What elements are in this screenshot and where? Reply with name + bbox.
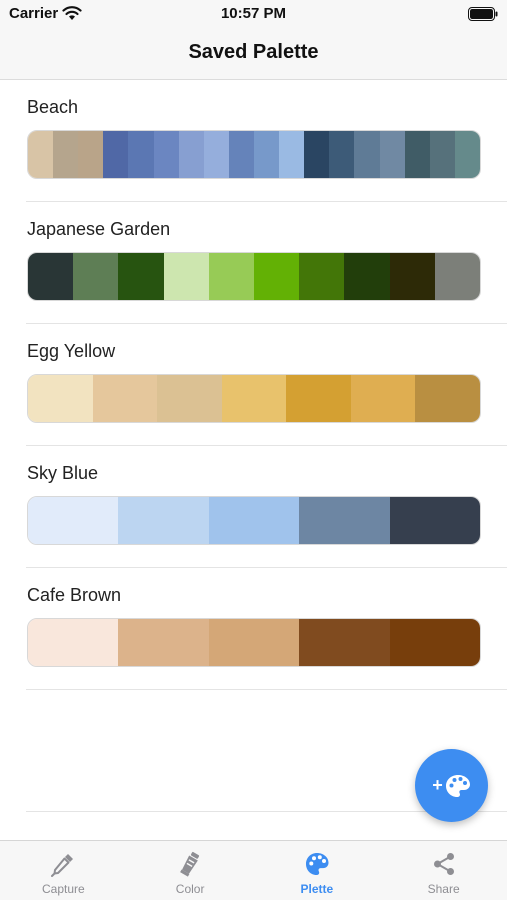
palette-row[interactable]: Cafe Brown <box>26 568 507 690</box>
palette-name: Cafe Brown <box>27 585 122 605</box>
paint-tube-icon <box>180 851 200 877</box>
tab-label: Share <box>427 882 460 896</box>
tab-plette[interactable]: Plette <box>254 841 381 900</box>
color-swatch <box>454 131 480 178</box>
color-swatch <box>28 619 119 666</box>
palette-row[interactable]: Sky Blue <box>26 446 507 568</box>
palette-row[interactable]: Japanese Garden <box>26 202 507 324</box>
page-title: Saved Palette <box>188 41 319 63</box>
color-swatch <box>299 253 345 300</box>
color-swatch <box>103 131 129 178</box>
add-palette-button[interactable]: + <box>415 749 488 822</box>
color-swatch <box>118 619 209 666</box>
color-swatch <box>118 253 164 300</box>
color-swatch <box>344 253 390 300</box>
tab-label: Color <box>175 882 205 896</box>
color-swatch <box>415 375 480 422</box>
plus-icon: + <box>432 775 443 795</box>
tab-share[interactable]: Share <box>380 841 507 900</box>
color-swatch <box>208 619 300 666</box>
palette-swatch-bar[interactable] <box>27 252 481 301</box>
color-swatch <box>299 619 390 666</box>
color-swatch <box>389 497 480 544</box>
tab-label: Capture <box>42 882 85 896</box>
tab-label: Plette <box>300 882 334 896</box>
palette-name: Sky Blue <box>27 463 99 483</box>
color-swatch <box>92 375 158 422</box>
color-swatch <box>128 131 154 178</box>
color-swatch <box>28 253 74 300</box>
color-swatch <box>178 131 204 178</box>
color-swatch <box>73 253 119 300</box>
color-swatch <box>279 131 305 178</box>
color-swatch <box>379 131 405 178</box>
color-swatch <box>228 131 254 178</box>
tab-bar: Capture Color Plette Share <box>0 840 507 900</box>
color-swatch <box>208 253 255 300</box>
color-swatch <box>329 131 355 178</box>
color-swatch <box>157 375 222 422</box>
palette-name: Egg Yellow <box>27 341 116 361</box>
color-swatch <box>163 253 209 300</box>
color-swatch <box>28 131 54 178</box>
nav-bar: Saved Palette <box>0 28 507 80</box>
palette-swatch-bar[interactable] <box>27 130 481 179</box>
color-swatch <box>304 131 330 178</box>
palette-name: Japanese Garden <box>27 219 171 239</box>
palette-name: Beach <box>27 97 79 117</box>
color-swatch <box>389 619 480 666</box>
tab-color[interactable]: Color <box>127 841 254 900</box>
color-swatch <box>429 131 455 178</box>
color-swatch <box>28 497 119 544</box>
color-swatch <box>354 131 380 178</box>
color-swatch <box>254 253 300 300</box>
color-swatch <box>53 131 79 178</box>
color-swatch <box>404 131 430 178</box>
palette-swatch-bar[interactable] <box>27 496 481 545</box>
color-swatch <box>253 131 280 178</box>
tab-capture[interactable]: Capture <box>0 841 127 900</box>
color-swatch <box>78 131 104 178</box>
color-swatch <box>299 497 390 544</box>
palette-icon <box>305 853 329 875</box>
color-swatch <box>389 253 435 300</box>
share-icon <box>433 853 454 875</box>
palette-list: Beach Japanese Garden Egg Yellow Sky Blue Ca… <box>0 80 507 690</box>
eyedropper-icon <box>51 854 74 877</box>
color-swatch <box>203 131 229 178</box>
status-time: 10:57 PM <box>220 5 287 22</box>
palette-row[interactable]: Beach <box>26 80 507 202</box>
color-swatch <box>153 131 179 178</box>
color-swatch <box>208 497 300 544</box>
palette-icon <box>445 774 470 797</box>
palette-swatch-bar[interactable] <box>27 618 481 667</box>
color-swatch <box>221 375 287 422</box>
battery-icon <box>468 7 498 21</box>
palette-swatch-bar[interactable] <box>27 374 481 423</box>
color-swatch <box>28 375 93 422</box>
palette-row[interactable]: Egg Yellow <box>26 324 507 446</box>
color-swatch <box>118 497 209 544</box>
color-swatch <box>286 375 351 422</box>
color-swatch <box>350 375 416 422</box>
status-bar: Carrier 10:57 PM <box>0 0 507 28</box>
color-swatch <box>434 253 480 300</box>
